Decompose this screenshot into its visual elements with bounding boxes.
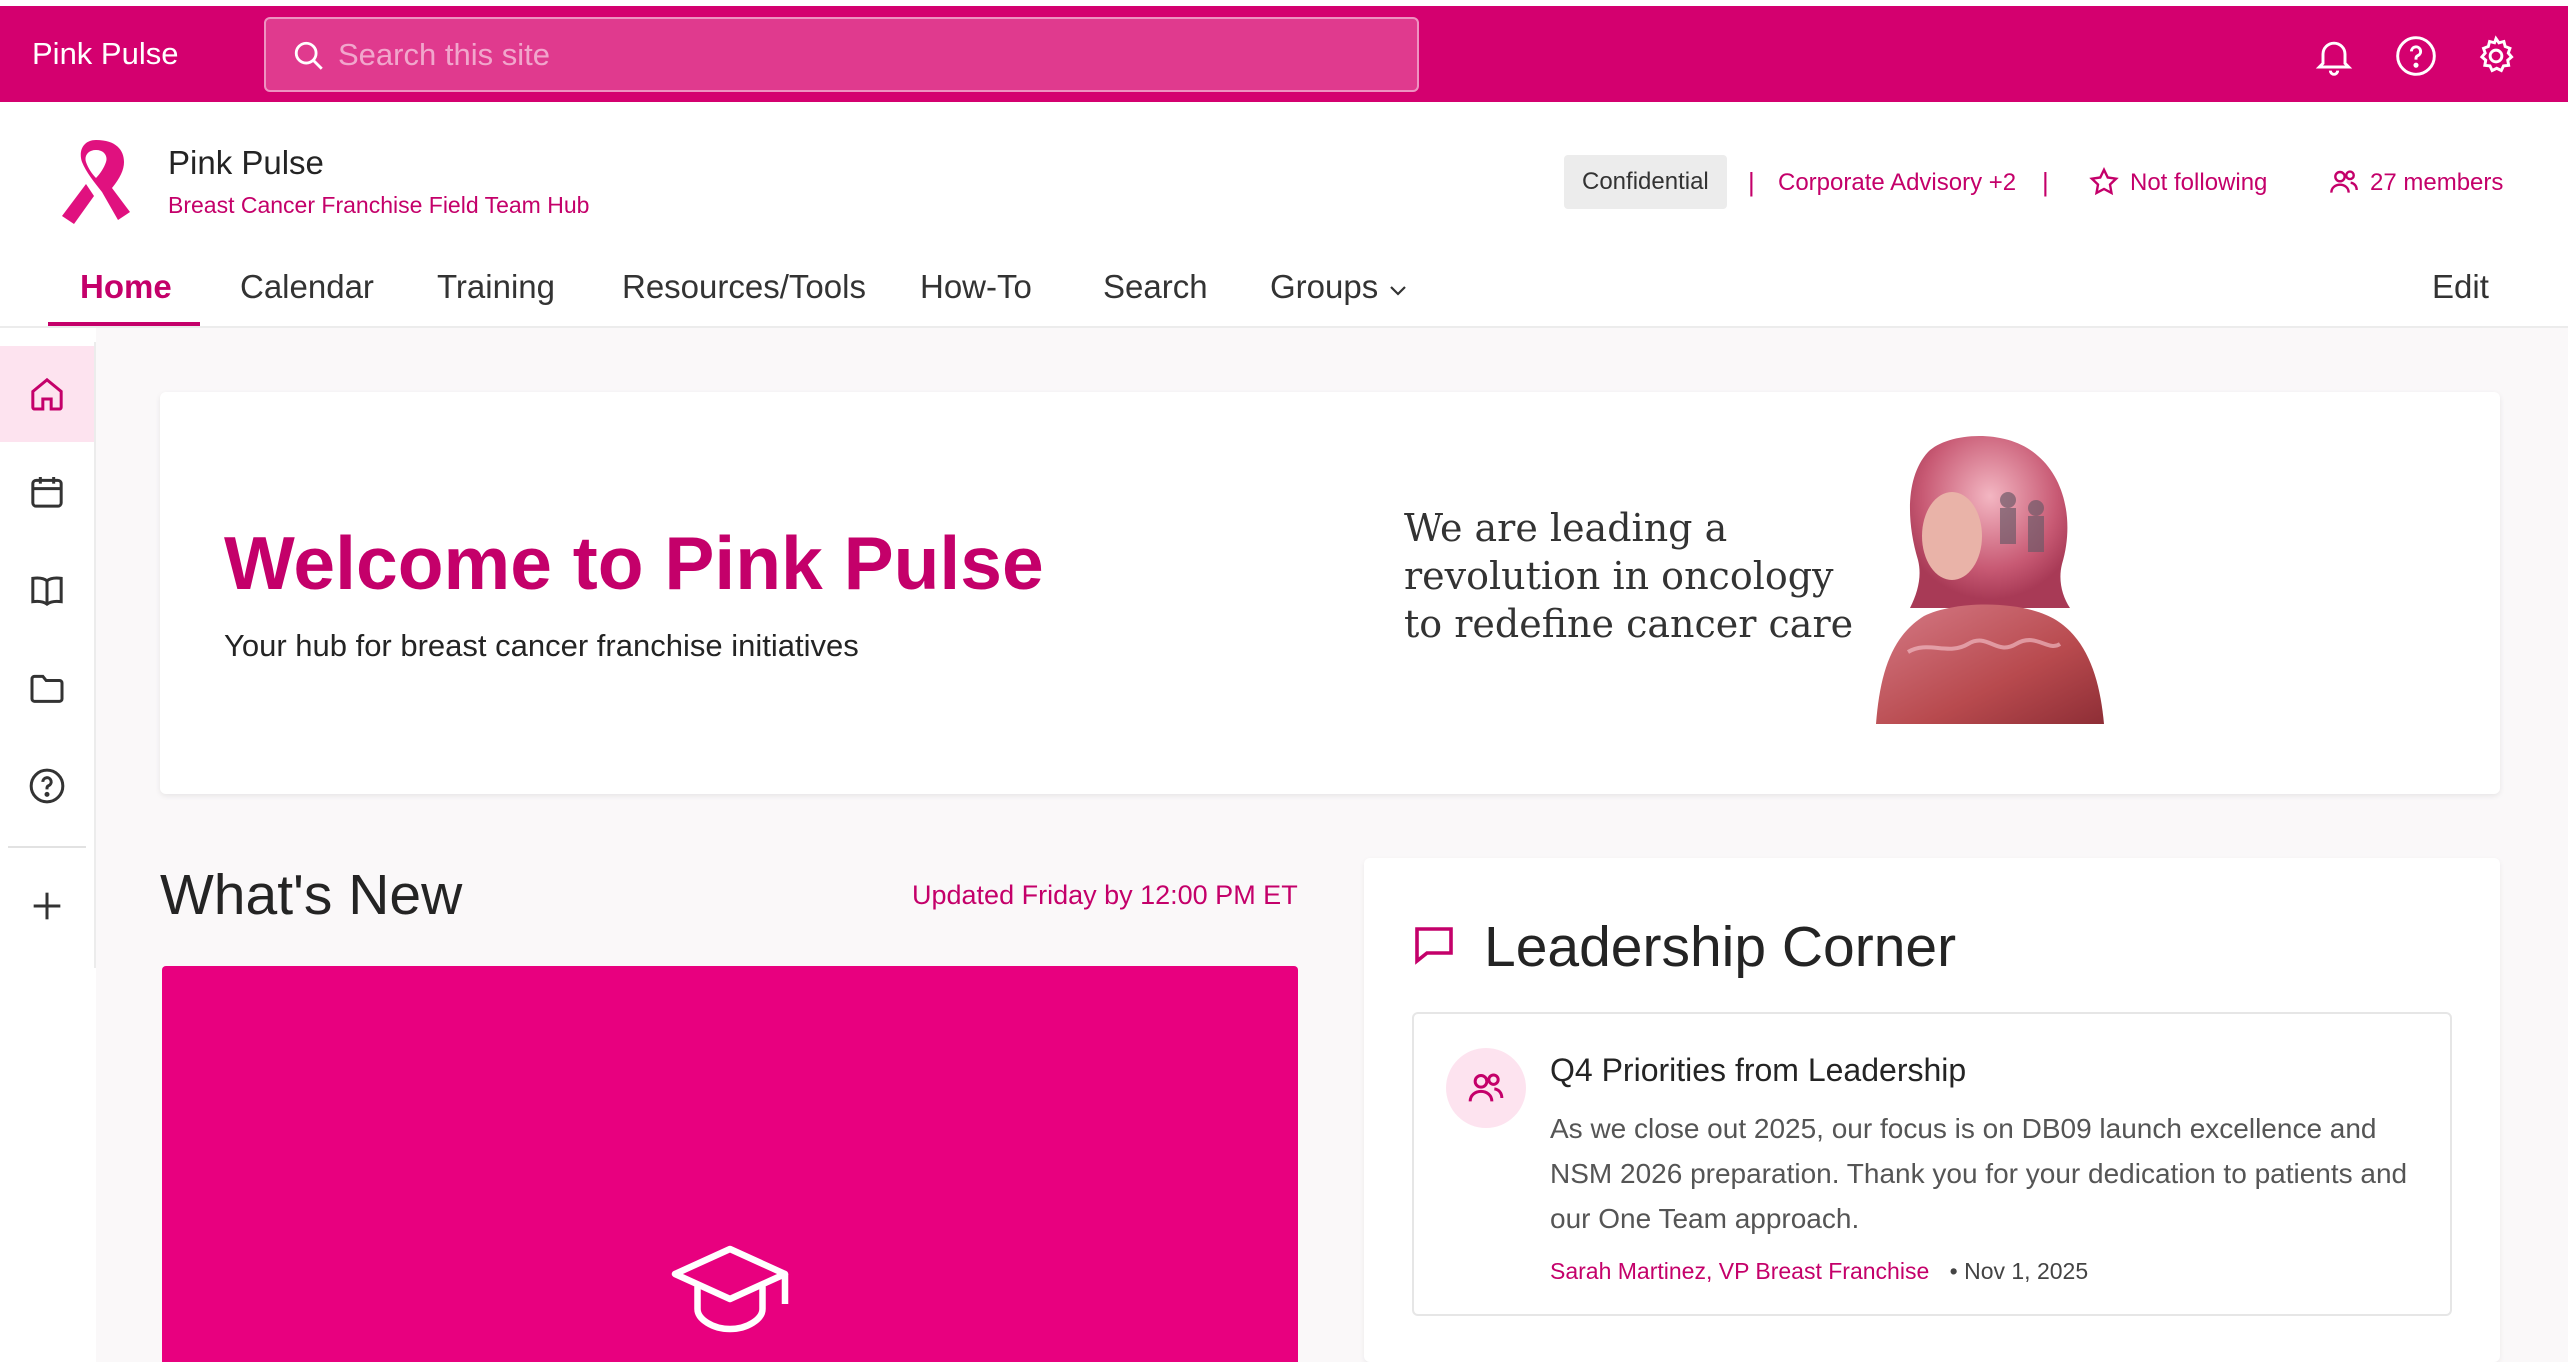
leadership-corner-title: Leadership Corner bbox=[1484, 915, 1957, 979]
plus-icon bbox=[33, 892, 61, 920]
nav-calendar[interactable]: Calendar bbox=[240, 268, 374, 306]
nav-training[interactable]: Training bbox=[437, 268, 555, 306]
hero-quote-line: to redefine cancer care bbox=[1404, 602, 1854, 646]
corporate-advisory-link[interactable]: Corporate Advisory +2 bbox=[1778, 169, 2016, 197]
help-icon bbox=[29, 768, 65, 804]
people-icon bbox=[1468, 1073, 1504, 1102]
home-icon bbox=[31, 377, 63, 411]
suite-title[interactable]: Pink Pulse bbox=[32, 36, 178, 72]
rail-training[interactable] bbox=[0, 542, 94, 638]
leadership-post-card[interactable]: Q4 Priorities from Leadership As we clos… bbox=[1412, 1012, 2452, 1316]
post-author[interactable]: Sarah Martinez, VP Breast Franchise bbox=[1550, 1258, 1929, 1284]
rail-resources[interactable] bbox=[0, 640, 94, 736]
hero-quote: We are leading a revolution in oncology … bbox=[1404, 504, 1864, 648]
rail-add[interactable] bbox=[0, 858, 94, 954]
nav-groups[interactable]: Groups bbox=[1270, 268, 1378, 306]
star-icon[interactable] bbox=[2088, 166, 2120, 198]
hero-portrait-image bbox=[1876, 436, 2104, 724]
pink-ribbon-logo[interactable] bbox=[56, 136, 136, 228]
confidential-badge: Confidential bbox=[1564, 155, 1727, 209]
suite-bar: Pink Pulse bbox=[0, 6, 2568, 102]
hero-quote-line: We are leading a bbox=[1404, 506, 1728, 550]
calendar-icon bbox=[31, 477, 63, 508]
avatar bbox=[1446, 1048, 1526, 1128]
search-input[interactable] bbox=[338, 31, 1398, 79]
edit-button[interactable]: Edit bbox=[2432, 268, 2489, 306]
search-icon bbox=[294, 41, 323, 70]
post-date: • Nov 1, 2025 bbox=[1949, 1258, 2089, 1284]
leadership-corner-panel: Leadership Corner Q4 Priorities from Lea… bbox=[1364, 858, 2500, 1362]
post-title[interactable]: Q4 Priorities from Leadership bbox=[1550, 1052, 1966, 1089]
search-box[interactable] bbox=[264, 17, 1419, 92]
separator: | bbox=[1748, 167, 1755, 197]
rail-how-to[interactable] bbox=[0, 738, 94, 834]
folder-icon bbox=[30, 674, 64, 703]
book-icon bbox=[31, 576, 63, 607]
nav-search[interactable]: Search bbox=[1103, 268, 1208, 306]
nav-how-to[interactable]: How-To bbox=[920, 268, 1032, 306]
hero-banner: Welcome to Pink Pulse Your hub for breas… bbox=[160, 392, 2500, 794]
members-link[interactable]: 27 members bbox=[2370, 169, 2503, 197]
rail-divider bbox=[8, 846, 86, 848]
whats-new-title: What's New bbox=[160, 863, 463, 927]
members-icon[interactable] bbox=[2328, 166, 2360, 198]
post-meta: Sarah Martinez, VP Breast Franchise • No… bbox=[1550, 1258, 2088, 1285]
post-body: As we close out 2025, our focus is on DB… bbox=[1550, 1113, 2408, 1234]
hero-title: Welcome to Pink Pulse bbox=[224, 521, 1044, 605]
whats-new-updated: Updated Friday by 12:00 PM ET bbox=[912, 880, 1298, 910]
follow-toggle[interactable]: Not following bbox=[2130, 169, 2267, 197]
chevron-down-icon[interactable] bbox=[1386, 278, 1410, 302]
site-name[interactable]: Pink Pulse bbox=[168, 144, 324, 182]
separator: | bbox=[2042, 167, 2049, 197]
hero-quote-line: revolution in oncology bbox=[1404, 554, 1834, 598]
whats-new-card[interactable] bbox=[162, 966, 1298, 1362]
help-icon[interactable] bbox=[2394, 34, 2438, 78]
rail-home[interactable] bbox=[0, 346, 94, 442]
graduation-cap-icon bbox=[671, 1245, 789, 1333]
nav-home[interactable]: Home bbox=[80, 268, 172, 306]
bell-icon[interactable] bbox=[2312, 34, 2356, 78]
site-subtitle: Breast Cancer Franchise Field Team Hub bbox=[168, 192, 590, 218]
left-rail bbox=[0, 342, 96, 968]
hero-subtitle: Your hub for breast cancer franchise ini… bbox=[224, 628, 859, 663]
rail-calendar[interactable] bbox=[0, 444, 94, 540]
nav-resources-tools[interactable]: Resources/Tools bbox=[622, 268, 866, 306]
gear-icon[interactable] bbox=[2474, 34, 2518, 78]
chat-bubble-icon bbox=[1415, 927, 1453, 965]
